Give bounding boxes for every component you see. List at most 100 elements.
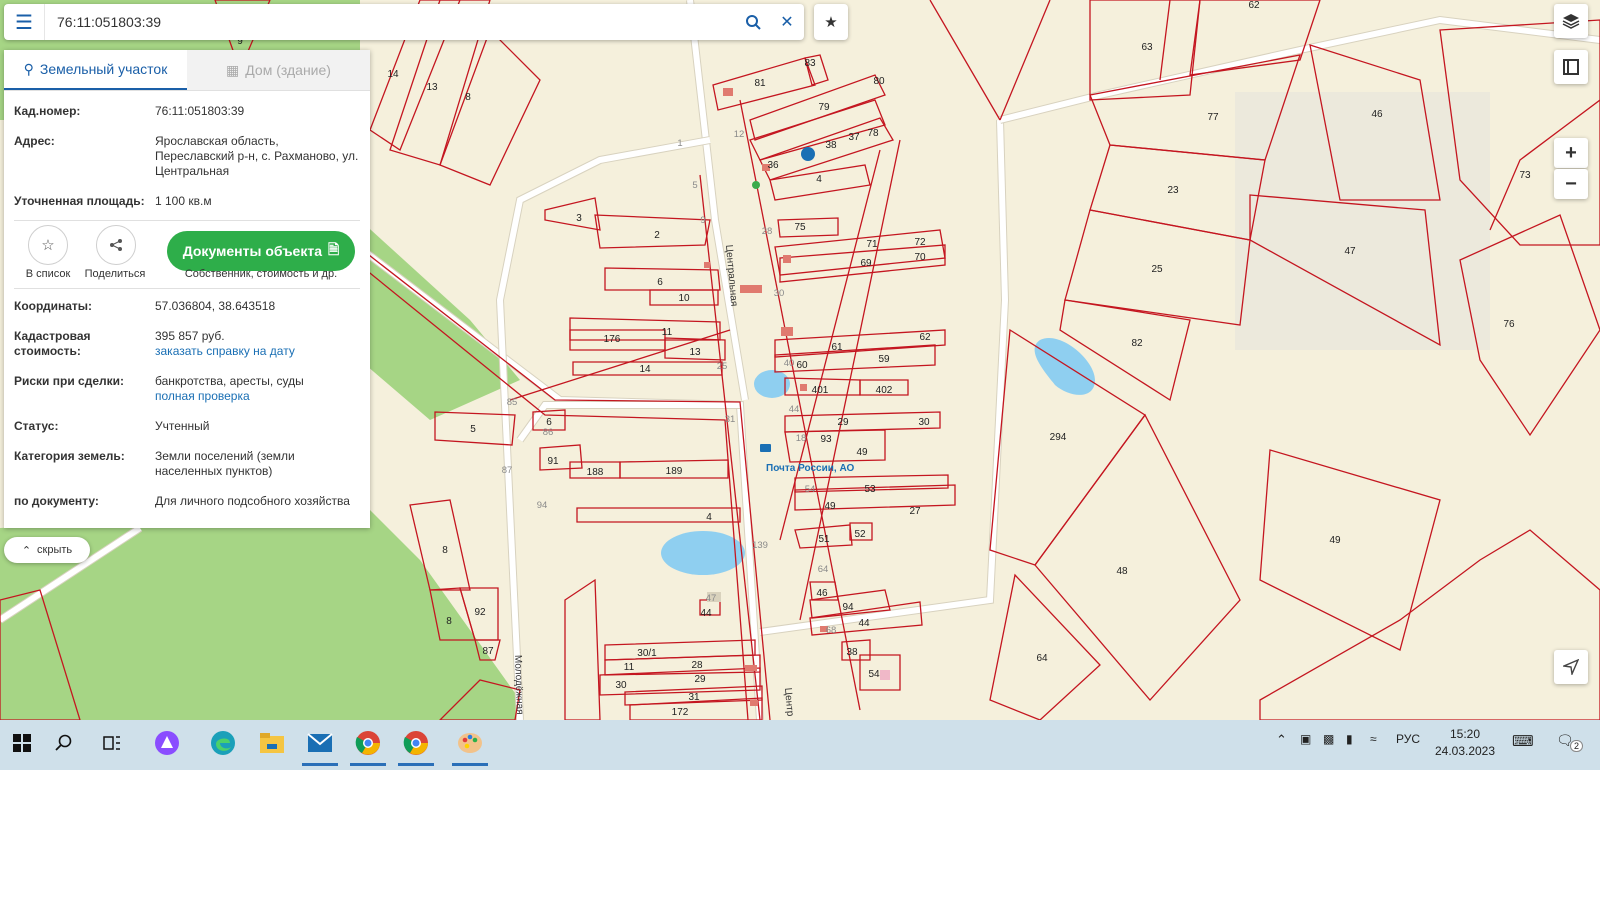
clock[interactable]: 15:20 24.03.2023 — [1425, 726, 1505, 760]
plot-number-label: 52 — [854, 529, 866, 540]
plot-number-label: 10 — [678, 293, 690, 304]
plot-number-label: 38 — [846, 647, 858, 658]
full-check-link[interactable]: полная проверка — [155, 389, 360, 404]
plot-number-label: 11 — [624, 662, 635, 673]
search-icon — [746, 15, 761, 30]
taskbar-app-chrome-2[interactable] — [394, 720, 438, 766]
cadastral-row: Кад.номер: 76:11:051803:39 — [14, 104, 360, 119]
documents-button[interactable]: Документы объекта 🗎 — [167, 231, 355, 271]
plot-number-label: 29 — [694, 674, 706, 685]
zoom-in-button[interactable]: + — [1554, 138, 1588, 168]
tab-label: Дом (здание) — [245, 62, 331, 78]
plot-number-label: 46 — [1371, 109, 1383, 120]
active-indicator — [350, 763, 386, 766]
address-number-label: 18 — [796, 433, 807, 444]
document-use-value: Для личного подсобного хозяйства — [155, 494, 350, 508]
add-to-list-button[interactable]: ☆ — [28, 225, 68, 265]
chevron-up-icon: ⌃ — [21, 544, 32, 557]
windows-taskbar: ⌃ ▣ ▩ ▮ ≈ РУС 15:20 24.03.2023 ⌨ 🗨 2 — [0, 720, 1600, 770]
address-number-label: 30 — [774, 288, 785, 299]
plot-number-label: 28 — [691, 660, 703, 671]
plot-number-label: 4 — [706, 512, 712, 523]
plot-number-label: 87 — [482, 646, 494, 657]
share-button[interactable] — [96, 225, 136, 265]
plot-number-label: 47 — [1344, 246, 1356, 257]
map-pin-icon: ⚲ — [23, 60, 34, 77]
tab-label: Земельный участок — [39, 61, 168, 77]
field-label: Риски при сделки: — [14, 374, 125, 388]
chrome-icon — [355, 731, 380, 755]
taskbar-app-alice[interactable] — [145, 720, 189, 766]
tray-app-button[interactable]: ▩ — [1323, 732, 1334, 746]
post-office-icon[interactable] — [760, 444, 771, 452]
pond — [661, 531, 745, 575]
plot-number-label: 93 — [820, 434, 832, 445]
plot-number-label: 8 — [442, 545, 448, 556]
layers-icon — [1562, 14, 1580, 29]
locate-button[interactable] — [1554, 650, 1588, 684]
close-icon: ✕ — [780, 14, 794, 31]
plot-number-label: 38 — [825, 140, 837, 151]
plot-number-label: 94 — [842, 602, 854, 613]
language-indicator[interactable]: РУС — [1396, 732, 1420, 746]
taskbar-search-button[interactable] — [42, 720, 86, 766]
clear-search-button[interactable]: ✕ — [770, 4, 804, 40]
risk-row: Риски при сделки: банкротства, аресты, с… — [14, 374, 360, 404]
taskbar-app-explorer[interactable] — [250, 720, 294, 766]
building-icon: ▦ — [226, 61, 240, 78]
start-button[interactable] — [0, 720, 44, 766]
field-label: Кад.номер: — [14, 104, 81, 118]
search-button[interactable] — [736, 4, 770, 40]
plot-number-label: 53 — [864, 484, 876, 495]
layers-button[interactable] — [1554, 4, 1588, 38]
search-bar: ☰ ✕ — [4, 4, 804, 40]
task-view-button[interactable] — [90, 720, 134, 766]
shop-icon[interactable] — [752, 181, 760, 189]
zoom-out-button[interactable]: − — [1554, 169, 1588, 199]
taskbar-app-chrome-1[interactable] — [346, 720, 390, 766]
field-label: по документу: — [14, 494, 99, 508]
field-label: Адрес: — [14, 134, 55, 148]
plot-number-label: 72 — [914, 237, 926, 248]
explorer-icon — [260, 733, 284, 753]
coords-row: Координаты: 57.036804, 38.643518 — [14, 299, 360, 314]
tray-battery-button[interactable]: ▮ — [1346, 732, 1353, 746]
cost-row: Кадастровая стоимость: 395 857 руб. зака… — [14, 329, 360, 359]
favorites-button[interactable]: ★ — [814, 4, 848, 40]
plot-number-label: 294 — [1050, 432, 1067, 443]
keyboard-icon: ⌨ — [1512, 733, 1534, 750]
document-icon: 🗎 — [328, 241, 340, 257]
coords-value: 57.036804, 38.643518 — [155, 299, 276, 313]
plot-number-label: 59 — [878, 354, 890, 365]
taskbar-app-edge[interactable] — [201, 720, 245, 766]
tray-network-button[interactable]: ≈ — [1370, 732, 1377, 746]
plot-number-label: 176 — [604, 334, 621, 345]
taskbar-app-mail[interactable] — [298, 720, 342, 766]
forest-area — [360, 220, 520, 420]
ruler-button[interactable] — [1554, 50, 1588, 84]
tray-meet-button[interactable]: ▣ — [1300, 732, 1311, 746]
field-label: Статус: — [14, 419, 59, 433]
cadastral-number-link[interactable]: 76:11:051803:39 — [155, 104, 360, 119]
selected-plot-marker[interactable] — [801, 147, 815, 161]
taskbar-app-paint[interactable] — [448, 720, 492, 766]
tab-land-plot[interactable]: ⚲ Земельный участок — [4, 50, 187, 90]
menu-button[interactable]: ☰ — [4, 4, 45, 40]
plot-number-label: 30 — [615, 680, 627, 691]
plot-number-label: 92 — [474, 607, 486, 618]
notifications-button[interactable]: 🗨 2 — [1556, 732, 1584, 752]
show-desktop-button[interactable]: ⌨ — [1512, 732, 1534, 750]
plot-number-label: 46 — [816, 588, 828, 599]
tray-overflow-button[interactable]: ⌃ — [1276, 732, 1287, 748]
address-number-label: 31 — [725, 414, 736, 425]
address-number-label: 28 — [762, 226, 773, 237]
hide-panel-button[interactable]: ⌃ скрыть — [4, 537, 90, 563]
plot-number-label: 23 — [1167, 185, 1179, 196]
order-certificate-link[interactable]: заказать справку на дату — [155, 344, 360, 359]
field-label: Координаты: — [14, 299, 93, 313]
address-number-label: 64 — [818, 564, 829, 575]
poi-label[interactable]: Почта России, АО — [766, 463, 855, 474]
search-input[interactable] — [45, 13, 736, 31]
tab-building[interactable]: ▦ Дом (здание) — [187, 50, 370, 90]
plot-number-label: 49 — [1329, 535, 1341, 546]
